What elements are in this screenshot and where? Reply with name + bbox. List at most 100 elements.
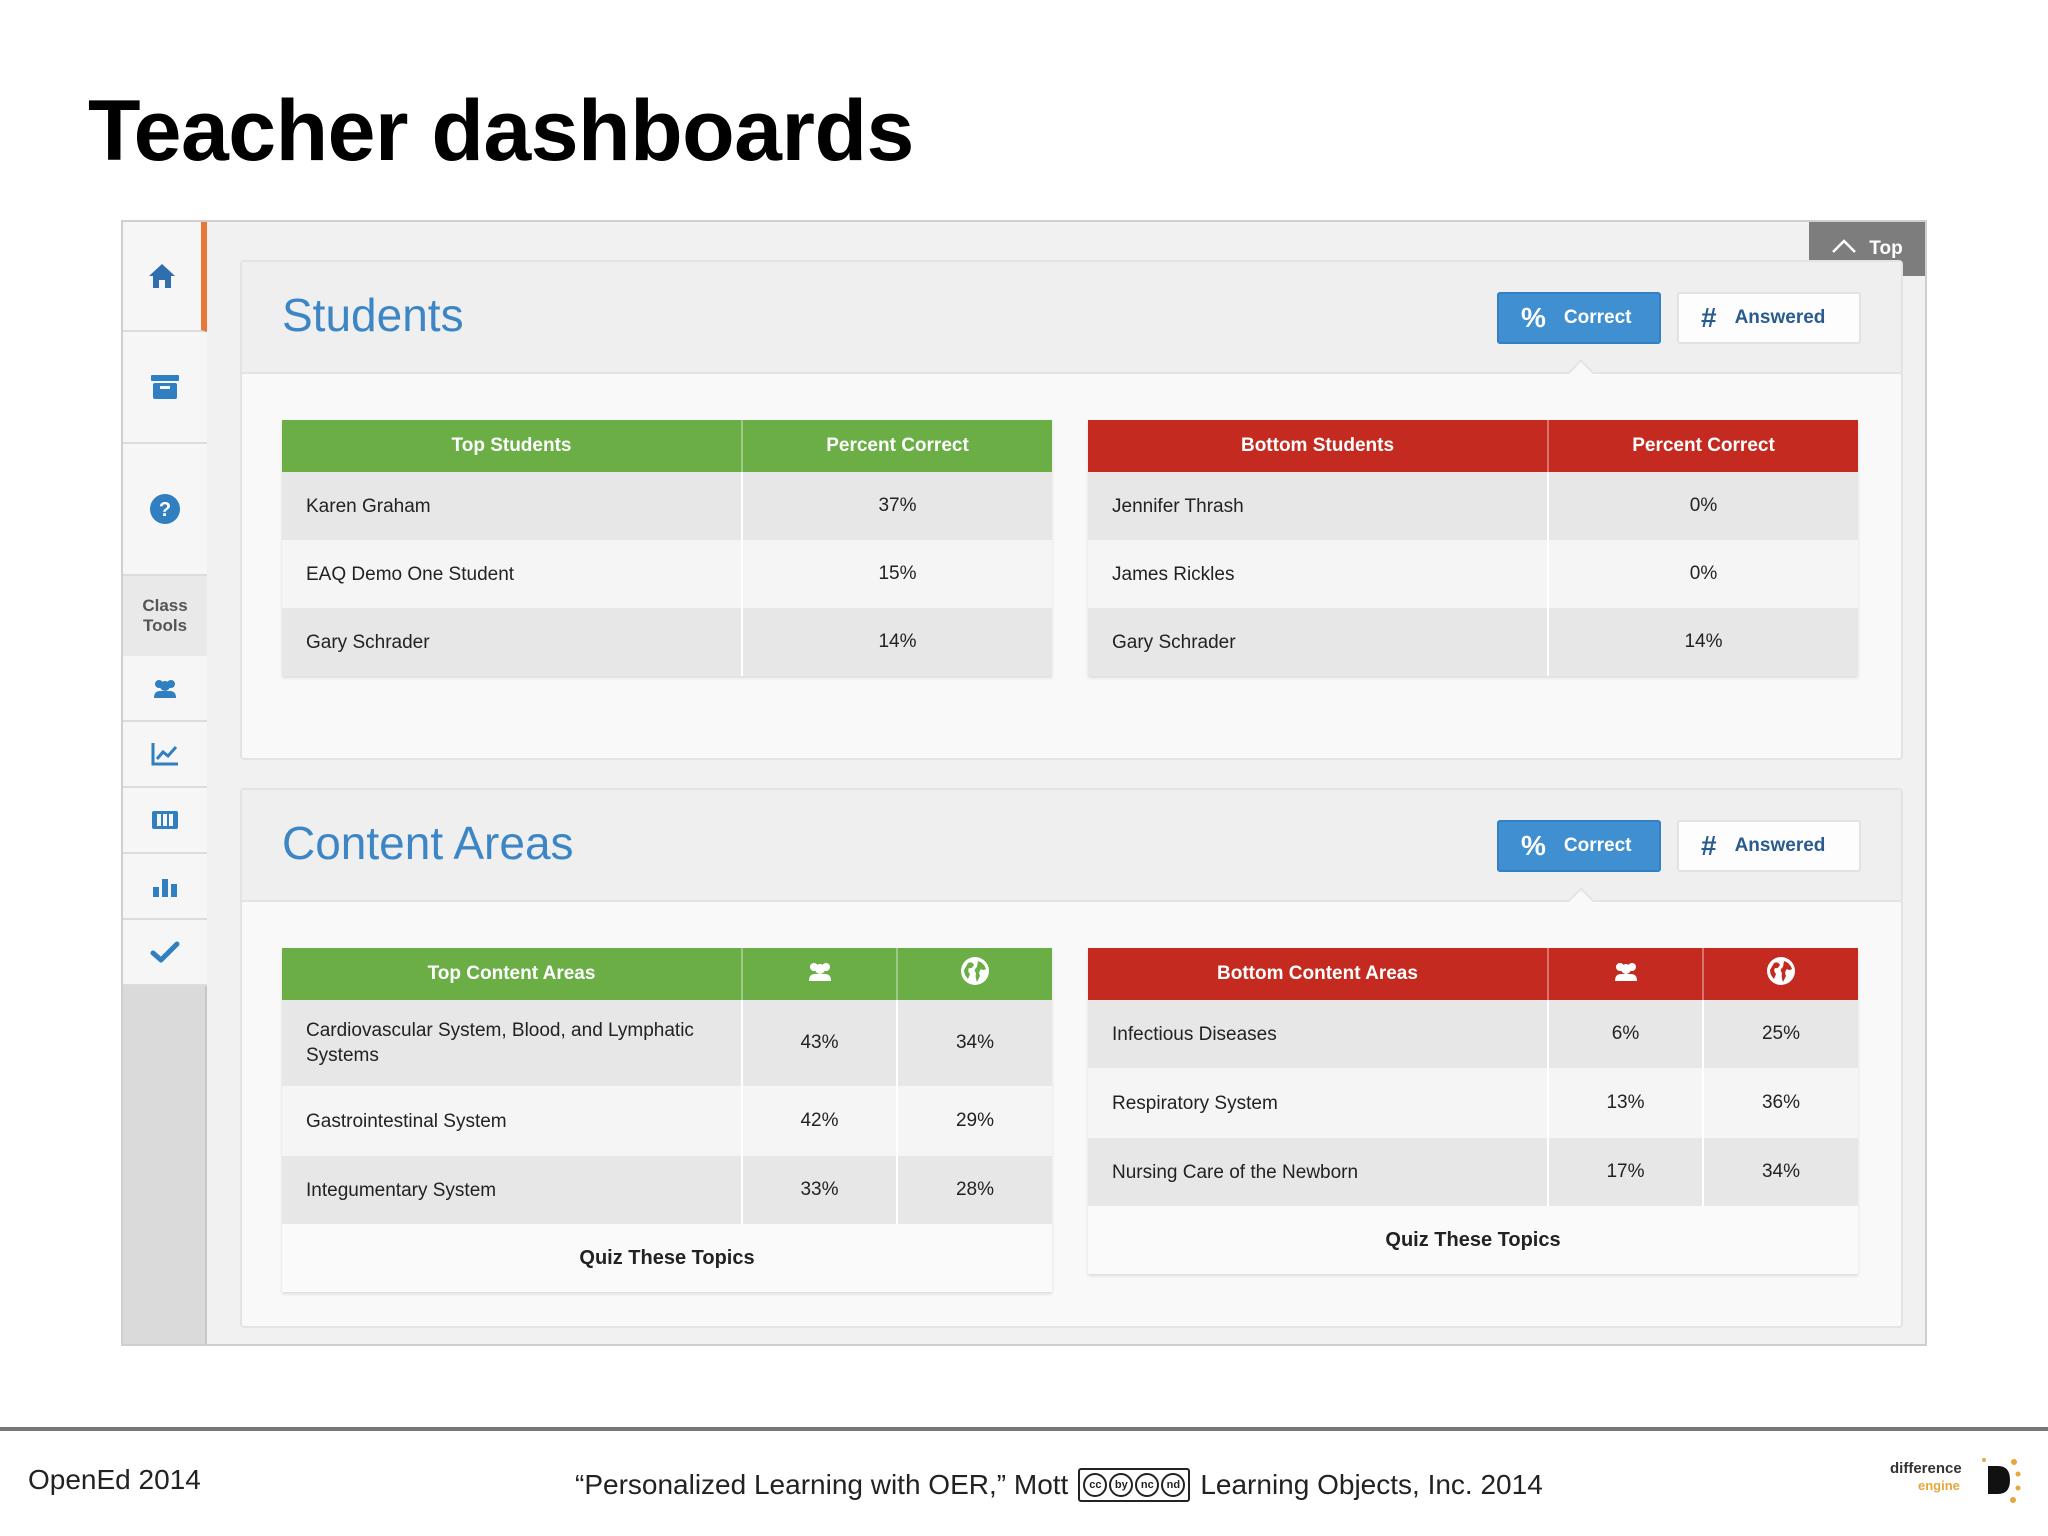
help-icon: ?: [149, 493, 181, 525]
sidebar-item-content[interactable]: [123, 788, 207, 854]
table-row: Integumentary System 33% 28%: [282, 1156, 1052, 1224]
global-column-header[interactable]: [1703, 948, 1858, 1000]
column-header[interactable]: Top Students: [282, 420, 743, 472]
student-name[interactable]: James Rickles: [1088, 540, 1549, 608]
quiz-these-topics-link[interactable]: Quiz These Topics: [282, 1224, 1052, 1292]
quiz-these-topics-link[interactable]: Quiz These Topics: [1088, 1206, 1858, 1274]
class-icon: [1611, 963, 1641, 987]
top-content-areas-table: Top Content Areas Cardiovascular System,…: [282, 948, 1052, 1292]
quiz-row: Quiz These Topics: [282, 1224, 1052, 1292]
global-column-header[interactable]: [897, 948, 1052, 1000]
global-percent: 36%: [1703, 1068, 1858, 1138]
table-row: Respiratory System 13% 36%: [1088, 1068, 1858, 1138]
table-row: Nursing Care of the Newborn 17% 34%: [1088, 1138, 1858, 1206]
table-row: EAQ Demo One Student 15%: [282, 540, 1052, 608]
svg-text:?: ?: [159, 499, 171, 521]
top-students-table: Top Students Percent Correct Karen Graha…: [282, 420, 1052, 676]
class-percent: 17%: [1548, 1138, 1704, 1206]
class-percent: 13%: [1548, 1068, 1704, 1138]
class-percent: 42%: [742, 1086, 898, 1156]
sidebar-item-assignments[interactable]: [123, 920, 207, 986]
table-row: James Rickles 0%: [1088, 540, 1858, 608]
table-row: Gastrointestinal System 42% 29%: [282, 1086, 1052, 1156]
column-header[interactable]: Percent Correct: [742, 420, 1052, 472]
toggle-pointer: [1568, 359, 1594, 385]
student-name[interactable]: Jennifer Thrash: [1088, 472, 1549, 540]
class-percent: 6%: [1548, 1000, 1704, 1068]
content-area-name[interactable]: Cardiovascular System, Blood, and Lympha…: [282, 1000, 743, 1086]
global-percent: 28%: [897, 1156, 1052, 1224]
table-row: Gary Schrader 14%: [1088, 608, 1858, 676]
content-areas-panel-header: Content Areas % Correct # Answered: [242, 790, 1901, 913]
checkmark-icon: [150, 940, 180, 964]
bar-chart-icon: [150, 873, 180, 899]
column-header[interactable]: Top Content Areas: [282, 948, 743, 1000]
column-header[interactable]: Percent Correct: [1548, 420, 1858, 472]
globe-icon: [1765, 957, 1797, 992]
column-header[interactable]: Bottom Content Areas: [1088, 948, 1549, 1000]
sidebar-item-home[interactable]: [123, 222, 207, 332]
content-correct-toggle[interactable]: % Correct: [1497, 820, 1661, 872]
logo-mark-icon: [1982, 1458, 2021, 1503]
table-row: Karen Graham 37%: [282, 472, 1052, 540]
table-row: Jennifer Thrash 0%: [1088, 472, 1858, 540]
content-area-name[interactable]: Respiratory System: [1088, 1068, 1549, 1138]
percent-correct: 15%: [742, 540, 1052, 608]
class-column-header[interactable]: [1548, 948, 1704, 1000]
percent-icon: %: [1521, 830, 1546, 861]
sidebar-item-progress[interactable]: [123, 722, 207, 788]
table-row: Infectious Diseases 6% 25%: [1088, 1000, 1858, 1068]
toggle-pointer: [1568, 887, 1594, 913]
content-area-name[interactable]: Infectious Diseases: [1088, 1000, 1549, 1068]
sidebar-item-reports[interactable]: [123, 854, 207, 920]
students-title: Students: [282, 289, 464, 341]
footer-event: OpenEd 2014: [28, 1464, 201, 1495]
column-header[interactable]: Bottom Students: [1088, 420, 1549, 472]
inbox-icon: [149, 373, 181, 401]
hash-icon: #: [1701, 830, 1717, 861]
global-percent: 29%: [897, 1086, 1052, 1156]
student-name[interactable]: Gary Schrader: [282, 608, 743, 676]
home-icon: [147, 261, 177, 291]
sidebar-item-help[interactable]: ?: [123, 444, 207, 576]
global-percent: 34%: [1703, 1138, 1858, 1206]
dashboard-app: ? Class Tools Top Students % Correct # A…: [121, 220, 1927, 1346]
line-chart-icon: [150, 741, 180, 767]
sidebar-item-students[interactable]: [123, 656, 207, 722]
content-areas-panel: Content Areas % Correct # Answered Top C…: [240, 788, 1903, 1328]
organization-text: Learning Objects, Inc. 2014: [1200, 1469, 1543, 1500]
sidebar: ? Class Tools: [123, 222, 207, 1344]
student-name[interactable]: Karen Graham: [282, 472, 743, 540]
class-percent: 33%: [742, 1156, 898, 1224]
class-icon: [805, 963, 835, 987]
footer-citation: “Personalized Learning with OER,” Mott c…: [575, 1468, 1543, 1502]
globe-icon: [959, 957, 991, 992]
percent-correct: 0%: [1548, 540, 1858, 608]
percent-correct: 37%: [742, 472, 1052, 540]
content-areas-title: Content Areas: [282, 817, 574, 869]
content-area-name[interactable]: Gastrointestinal System: [282, 1086, 743, 1156]
hash-icon: #: [1701, 302, 1717, 333]
table-row: Gary Schrader 14%: [282, 608, 1052, 676]
content-answered-toggle[interactable]: # Answered: [1677, 820, 1861, 872]
students-correct-toggle[interactable]: % Correct: [1497, 292, 1661, 344]
content-area-name[interactable]: Integumentary System: [282, 1156, 743, 1224]
student-name[interactable]: EAQ Demo One Student: [282, 540, 743, 608]
students-panel: Students % Correct # Answered Top Studen…: [240, 260, 1903, 760]
table-row: Cardiovascular System, Blood, and Lympha…: [282, 1000, 1052, 1086]
class-column-header[interactable]: [742, 948, 898, 1000]
percent-correct: 14%: [1548, 608, 1858, 676]
percent-icon: %: [1521, 302, 1546, 333]
class-tools-label: Class Tools: [123, 576, 207, 656]
class-percent: 43%: [742, 1000, 898, 1086]
student-name[interactable]: Gary Schrader: [1088, 608, 1549, 676]
footer-divider: [0, 1427, 2048, 1431]
percent-correct: 14%: [742, 608, 1052, 676]
bottom-content-areas-table: Bottom Content Areas Infectious Diseases: [1088, 948, 1858, 1274]
students-panel-header: Students % Correct # Answered: [242, 262, 1901, 385]
quiz-row: Quiz These Topics: [1088, 1206, 1858, 1274]
content-area-name[interactable]: Nursing Care of the Newborn: [1088, 1138, 1549, 1206]
students-answered-toggle[interactable]: # Answered: [1677, 292, 1861, 344]
sidebar-item-inbox[interactable]: [123, 332, 207, 444]
main-content: Top Students % Correct # Answered Top St…: [207, 222, 1925, 1344]
